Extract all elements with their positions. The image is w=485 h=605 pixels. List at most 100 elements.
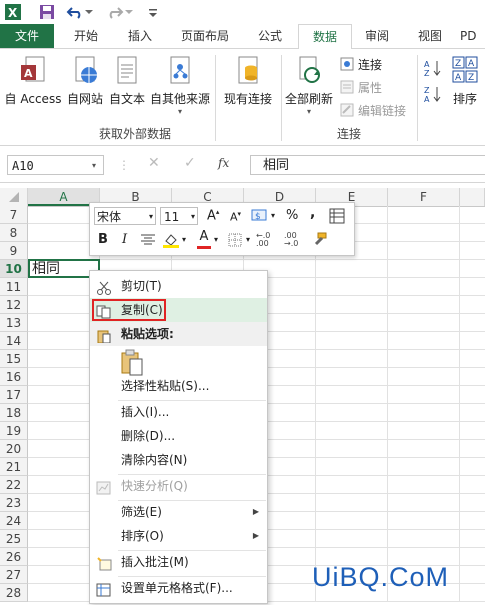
menu-label: 筛选(E) — [121, 505, 162, 519]
from-other-sources-button[interactable]: 自其他来源 ▾ — [148, 55, 212, 116]
from-web-label: 自网站 — [66, 92, 103, 106]
enter-icon[interactable]: ✓ — [184, 155, 196, 171]
from-text-label: 自文本 — [108, 92, 145, 106]
tab-home[interactable]: 开始 — [62, 24, 110, 48]
connections-button[interactable]: 连接 — [340, 54, 382, 74]
menu-item-cut[interactable]: 剪切(T) — [90, 274, 267, 298]
menu-item-format-cells[interactable]: 设置单元格格式(F)... — [90, 576, 267, 600]
insert-function-button[interactable]: fx — [218, 156, 229, 170]
sort-button[interactable]: ZAAZ 排序 — [446, 55, 484, 107]
properties-button[interactable]: 属性 — [340, 77, 382, 97]
customize-icon[interactable] — [144, 3, 162, 21]
paste-icon[interactable] — [120, 349, 144, 377]
accounting-dropdown-icon[interactable]: ▾ — [271, 211, 275, 220]
bold-button[interactable]: B — [98, 232, 108, 247]
column-header-g[interactable] — [460, 188, 485, 206]
name-box[interactable]: A10 — [7, 155, 104, 175]
font-name-value: 宋体 — [97, 210, 122, 224]
fill-color-dropdown-icon[interactable]: ▾ — [182, 235, 186, 244]
row-header-22[interactable]: 22 — [0, 476, 28, 494]
from-text-button[interactable]: 自文本 — [106, 55, 148, 107]
tab-pdf[interactable]: PD — [460, 24, 485, 48]
menu-item-sort[interactable]: 排序(O) ▶ — [90, 524, 267, 548]
undo-icon[interactable] — [66, 3, 84, 21]
decrease-decimal-icon[interactable]: .00 →.0 — [284, 232, 298, 248]
select-all-corner[interactable] — [0, 188, 28, 206]
row-header-28[interactable]: 28 — [0, 584, 28, 602]
sort-ascending-icon[interactable]: AZ — [424, 59, 442, 78]
borders-dropdown-icon[interactable]: ▾ — [246, 235, 250, 244]
column-header-f[interactable]: F — [388, 188, 460, 206]
refresh-all-button[interactable]: 全部刷新 ▾ — [284, 55, 334, 116]
row-header-21[interactable]: 21 — [0, 458, 28, 476]
redo-dropdown-icon[interactable] — [124, 3, 134, 21]
submenu-arrow-icon: ▶ — [252, 531, 259, 540]
redo-icon[interactable] — [106, 3, 124, 21]
increase-font-size-icon[interactable]: A▴ — [207, 208, 219, 223]
row-header-9[interactable]: 9 — [0, 242, 28, 260]
tab-file[interactable]: 文件 — [0, 24, 54, 48]
menu-heading-paste-options: 粘贴选项: — [90, 322, 267, 346]
row-header-23[interactable]: 23 — [0, 494, 28, 512]
name-box-dropdown-icon[interactable]: ▾ — [92, 161, 96, 170]
row-header-7[interactable]: 7 — [0, 206, 28, 224]
from-access-label: 自 Access — [4, 92, 62, 106]
font-color-dropdown-icon[interactable]: ▾ — [214, 235, 218, 244]
increase-decimal-icon[interactable]: ←.0.00 — [256, 232, 270, 248]
tab-review[interactable]: 审阅 — [354, 24, 400, 48]
menu-item-insert-comment[interactable]: 插入批注(M) — [90, 550, 267, 574]
edit-links-button[interactable]: 编辑链接 — [340, 100, 406, 120]
row-header-12[interactable]: 12 — [0, 296, 28, 314]
menu-item-copy[interactable]: 复制(C) — [90, 298, 267, 322]
row-header-19[interactable]: 19 — [0, 422, 28, 440]
decrease-font-size-icon[interactable]: A▾ — [230, 210, 241, 224]
formula-input[interactable]: 相同 — [250, 155, 485, 175]
cancel-icon[interactable]: ✕ — [148, 155, 160, 171]
undo-dropdown-icon[interactable] — [84, 3, 94, 21]
row-header-20[interactable]: 20 — [0, 440, 28, 458]
menu-item-filter[interactable]: 筛选(E) ▶ — [90, 500, 267, 524]
format-painter-icon[interactable] — [310, 231, 328, 249]
borders-icon[interactable] — [228, 233, 244, 247]
tab-formulas[interactable]: 公式 — [244, 24, 296, 48]
sort-descending-icon[interactable]: ZA — [424, 85, 442, 104]
row-header-25[interactable]: 25 — [0, 530, 28, 548]
row-header-16[interactable]: 16 — [0, 368, 28, 386]
tab-view[interactable]: 视图 — [406, 24, 454, 48]
menu-item-paste-special[interactable]: 选择性粘贴(S)... — [90, 374, 267, 398]
percent-style-button[interactable]: % — [286, 208, 298, 223]
menu-item-clear-contents[interactable]: 清除内容(N) — [90, 448, 267, 472]
existing-connections-button[interactable]: 现有连接 — [218, 55, 278, 107]
tab-data[interactable]: 数据 — [298, 24, 352, 50]
tab-insert[interactable]: 插入 — [114, 24, 166, 48]
menu-item-insert[interactable]: 插入(I)... — [90, 400, 267, 424]
row-header-18[interactable]: 18 — [0, 404, 28, 422]
existing-connections-label: 现有连接 — [223, 92, 272, 106]
font-color-icon[interactable]: A — [196, 229, 212, 251]
italic-button[interactable]: I — [122, 232, 127, 247]
tab-page-layout[interactable]: 页面布局 — [172, 24, 238, 48]
fill-color-icon[interactable] — [162, 231, 180, 249]
row-header-15[interactable]: 15 — [0, 350, 28, 368]
menu-item-quick-analysis[interactable]: 快速分析(Q) — [90, 474, 267, 498]
menu-item-delete[interactable]: 删除(D)... — [90, 424, 267, 448]
row-header-10[interactable]: 10 — [0, 260, 28, 278]
format-painter-table-icon[interactable] — [328, 207, 346, 225]
row-header-17[interactable]: 17 — [0, 386, 28, 404]
row-header-14[interactable]: 14 — [0, 332, 28, 350]
row-header-26[interactable]: 26 — [0, 548, 28, 566]
row-header-27[interactable]: 27 — [0, 566, 28, 584]
row-header-24[interactable]: 24 — [0, 512, 28, 530]
font-dropdown-icon: ▾ — [148, 212, 153, 221]
align-center-icon[interactable] — [140, 233, 156, 247]
comma-style-button[interactable]: , — [310, 205, 315, 221]
row-header-13[interactable]: 13 — [0, 314, 28, 332]
accounting-format-icon[interactable]: $ — [250, 207, 270, 225]
row-header-11[interactable]: 11 — [0, 278, 28, 296]
font-size-box[interactable]: 11 ▾ — [160, 207, 198, 225]
from-web-button[interactable]: 自网站 — [64, 55, 106, 107]
row-header-8[interactable]: 8 — [0, 224, 28, 242]
from-access-button[interactable]: A 自 Access — [4, 55, 62, 107]
font-name-box[interactable]: 宋体 ▾ — [94, 207, 156, 225]
save-icon[interactable] — [38, 3, 56, 21]
